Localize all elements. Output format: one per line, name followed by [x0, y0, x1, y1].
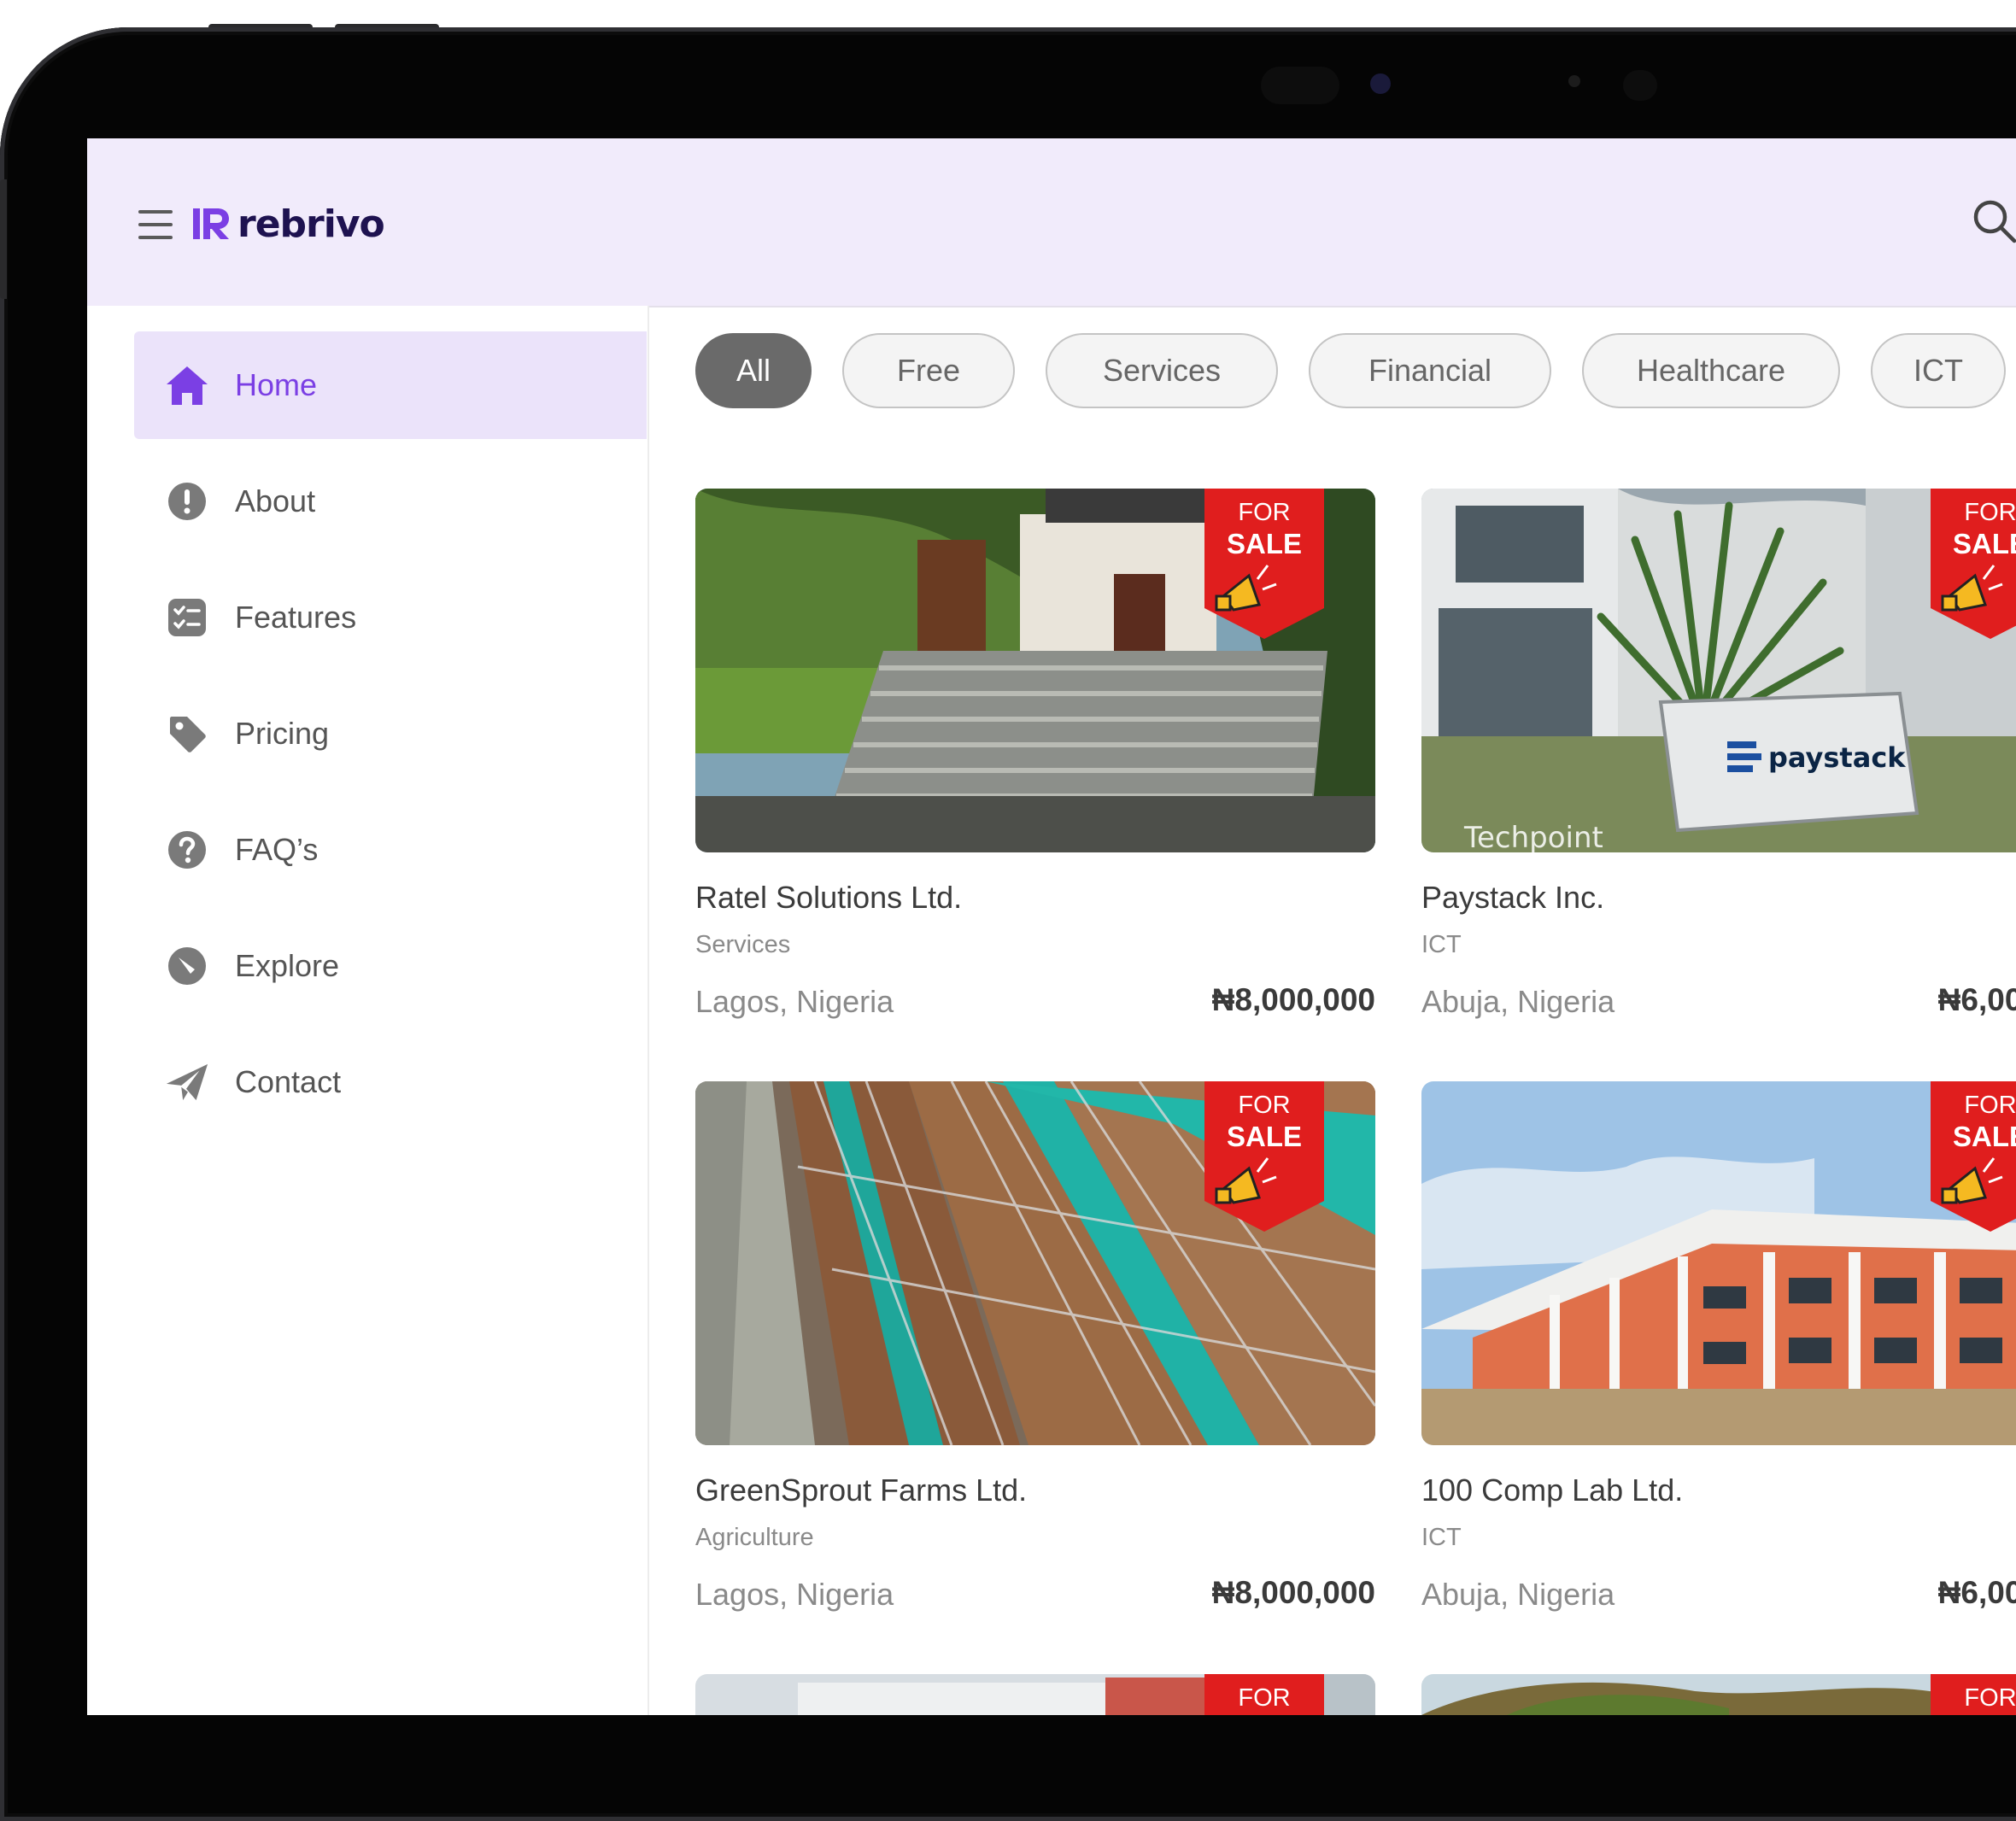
sidebar-item-label: Contact: [235, 1064, 342, 1099]
for-sale-ribbon: FOR SALE: [1204, 489, 1324, 639]
sidebar-item-explore[interactable]: Explore: [134, 912, 647, 1020]
ribbon-line2: SALE: [1226, 1121, 1302, 1152]
sensor-dot: [1568, 75, 1580, 87]
sensor-pill: [1261, 67, 1339, 104]
listing-image[interactable]: FOR: [1421, 1674, 2016, 1715]
sidebar-item-label: About: [235, 483, 316, 518]
rebrivo-logo-icon: [193, 208, 229, 239]
listing-title[interactable]: GreenSprout Farms Ltd.: [695, 1473, 1027, 1508]
office-photo: paystack Techpoint: [1421, 489, 2016, 852]
tag-icon: [170, 717, 206, 752]
device-side-button: [0, 179, 7, 299]
menu-icon[interactable]: [138, 210, 173, 239]
sidebar-item-label: FAQ’s: [235, 832, 319, 867]
listing-location: Abuja, Nigeria: [1421, 984, 1615, 1019]
sidebar-item-faqs[interactable]: FAQ’s: [134, 796, 647, 904]
listing-card[interactable]: FOR: [695, 1674, 1375, 1715]
home-icon: [167, 366, 208, 405]
listing-image[interactable]: FOR SALE: [1421, 1081, 2016, 1445]
search-icon[interactable]: [1972, 198, 2016, 244]
listing-title[interactable]: Paystack Inc.: [1421, 880, 1604, 916]
listing-card[interactable]: FOR: [1421, 1674, 2016, 1715]
listing-category: Services: [695, 931, 791, 958]
photo-watermark-text: Techpoint: [1463, 821, 1603, 852]
sidebar-nav: Home About Features Pricing FAQ’s Explor…: [87, 306, 649, 1715]
brand-logo[interactable]: rebrivo: [193, 200, 385, 248]
ribbon-line1: FOR: [1238, 1092, 1291, 1119]
sidebar-item-home[interactable]: Home: [134, 331, 647, 439]
filter-chip-ict[interactable]: ICT: [1871, 333, 2006, 408]
paystack-sign-text: paystack: [1768, 741, 1906, 774]
camera-lens: [1370, 73, 1391, 94]
listing-image[interactable]: FOR: [695, 1674, 1375, 1715]
ribbon-line1: FOR: [1964, 499, 2016, 526]
tree-photo: [1421, 1674, 2016, 1715]
listing-image[interactable]: FOR SALE: [695, 489, 1375, 852]
question-icon: [168, 831, 206, 869]
checklist-icon: [168, 599, 206, 636]
sidebar-item-pricing[interactable]: Pricing: [134, 680, 647, 788]
listing-category: ICT: [1421, 1524, 1462, 1551]
sidebar-item-contact[interactable]: Contact: [134, 1028, 647, 1136]
filter-chip-free[interactable]: Free: [842, 333, 1015, 408]
listing-card[interactable]: FOR SALE 100 Comp Lab Ltd. ICT Abuja, Ni…: [1421, 1081, 2016, 1612]
for-sale-ribbon: FOR SALE: [1931, 489, 2016, 639]
for-sale-ribbon: FOR: [1204, 1674, 1324, 1715]
ribbon-line2: SALE: [1952, 528, 2016, 559]
filter-chip-all[interactable]: All: [695, 333, 812, 408]
listing-price: ₦6,000,000: [1937, 1575, 2016, 1610]
compass-icon: [168, 947, 206, 985]
for-sale-ribbon: FOR SALE: [1931, 1081, 2016, 1232]
listing-title[interactable]: 100 Comp Lab Ltd.: [1421, 1473, 1683, 1508]
app-header: rebrivo: [87, 138, 2016, 307]
sidebar-item-label: Explore: [235, 948, 340, 983]
listing-location: Lagos, Nigeria: [695, 1577, 894, 1612]
brand-name: rebrivo: [237, 202, 385, 246]
info-icon: [168, 483, 206, 520]
ribbon-line1: FOR: [1964, 1684, 2016, 1712]
sidebar-item-label: Home: [235, 367, 318, 402]
for-sale-ribbon: FOR SALE: [1204, 1081, 1324, 1232]
filter-chip-services[interactable]: Services: [1046, 333, 1278, 408]
listing-category: ICT: [1421, 931, 1462, 958]
sidebar-item-features[interactable]: Features: [134, 564, 647, 671]
ribbon-line2: SALE: [1952, 1121, 2016, 1152]
ribbon-line1: FOR: [1238, 1684, 1291, 1712]
ribbon-line1: FOR: [1238, 499, 1291, 526]
for-sale-ribbon: FOR: [1931, 1674, 2016, 1715]
sidebar-item-label: Pricing: [235, 716, 330, 751]
sensor-dot-2: [1623, 70, 1657, 101]
listing-location: Lagos, Nigeria: [695, 984, 894, 1019]
listing-image[interactable]: paystack Techpoint FOR SALE: [1421, 489, 2016, 852]
listing-location: Abuja, Nigeria: [1421, 1577, 1615, 1612]
send-icon: [166, 1063, 208, 1101]
listing-category: Agriculture: [695, 1524, 814, 1551]
filter-chip-financial[interactable]: Financial: [1309, 333, 1551, 408]
campus-building-photo: [1421, 1081, 2016, 1445]
listing-card[interactable]: FOR SALE GreenSprout Farms Ltd. Agricult…: [695, 1081, 1375, 1612]
listing-price: ₦6,000,000: [1937, 982, 2016, 1017]
listing-image[interactable]: FOR SALE: [695, 1081, 1375, 1445]
ribbon-line2: SALE: [1226, 528, 1302, 559]
app-screen: rebrivo Home About Features Pricing FAQ’…: [87, 138, 2016, 1715]
sidebar-item-label: Features: [235, 600, 357, 635]
filter-chip-healthcare[interactable]: Healthcare: [1582, 333, 1840, 408]
listing-price: ₦8,000,000: [1211, 1575, 1375, 1610]
ribbon-line1: FOR: [1964, 1092, 2016, 1119]
sidebar-item-about[interactable]: About: [134, 448, 647, 555]
listing-title[interactable]: Ratel Solutions Ltd.: [695, 880, 962, 916]
listing-price: ₦8,000,000: [1211, 982, 1375, 1017]
listing-card[interactable]: paystack Techpoint FOR SALE Paystack Inc…: [1421, 489, 2016, 1019]
listing-card[interactable]: FOR SALE Ratel Solutions Ltd. Services L…: [695, 489, 1375, 1019]
